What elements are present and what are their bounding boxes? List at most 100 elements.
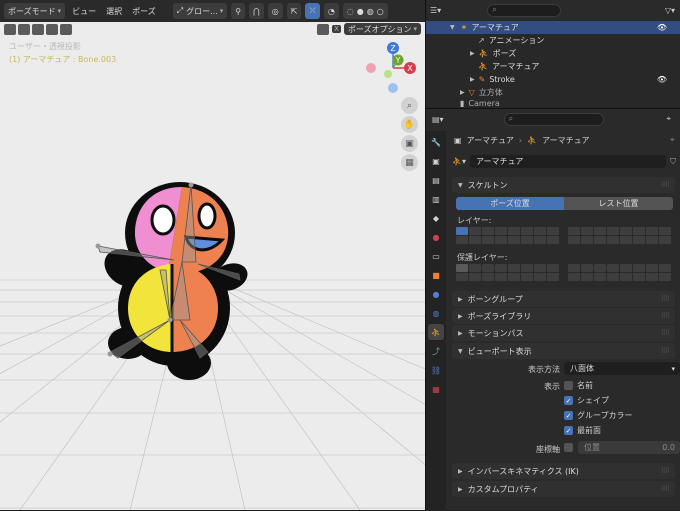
neg-y-handle[interactable]: [384, 70, 392, 78]
display-mode-icon[interactable]: ☰▾: [430, 6, 441, 15]
armature-data-tab-icon[interactable]: ⛹: [428, 324, 444, 340]
panel-ik-header[interactable]: ▶ インバースキネマティクス (IK) ⠿⠿: [452, 463, 675, 479]
overlay-button[interactable]: ◔: [323, 3, 339, 19]
protected-layers-grid-left[interactable]: [456, 264, 559, 281]
select-extend-icon[interactable]: [18, 23, 30, 35]
in-front-checkbox-row[interactable]: ✓ 最前面: [564, 425, 601, 436]
eye-icon[interactable]: 👁: [657, 75, 667, 84]
neg-x-handle[interactable]: [366, 63, 376, 73]
character-drawing[interactable]: [90, 180, 250, 385]
axes-position-field[interactable]: 位置 0.0: [578, 441, 680, 454]
view-layer-tab-icon[interactable]: ▥: [428, 191, 444, 207]
fake-user-icon[interactable]: ⛉: [670, 157, 676, 167]
perspective-toggle-icon[interactable]: ▦: [401, 154, 418, 171]
select-invert-icon[interactable]: [46, 23, 58, 35]
select-subtract-icon[interactable]: [32, 23, 44, 35]
modifier-tab-icon[interactable]: ●: [428, 286, 444, 302]
outliner-search-input[interactable]: ⌕: [487, 3, 562, 17]
outliner-row-camera[interactable]: ▮ Camera: [426, 98, 680, 108]
drag-grip-icon[interactable]: ⠿⠿: [661, 467, 670, 475]
drag-grip-icon[interactable]: ⠿⠿: [661, 181, 670, 189]
eye-icon[interactable]: 👁: [657, 23, 667, 32]
camera-view-icon[interactable]: ▣: [401, 135, 418, 152]
pivot-button[interactable]: ⚲: [231, 3, 246, 19]
mirror-x-icon[interactable]: [317, 23, 330, 35]
panel-bone-groups-header[interactable]: ▶ ボーングループ ⠿⠿: [452, 291, 675, 307]
neg-z-handle[interactable]: [388, 83, 398, 93]
pose-position-button[interactable]: ポーズ位置: [456, 197, 564, 210]
hand-pan-icon[interactable]: ✋: [401, 116, 418, 133]
mirror-x-label[interactable]: X: [332, 25, 341, 33]
in-front-checkbox[interactable]: ✓: [564, 426, 573, 435]
mode-dropdown[interactable]: ポーズモード ▾: [4, 3, 66, 19]
physics-tab-icon[interactable]: ◍: [428, 305, 444, 321]
editor-type-icon[interactable]: ▤▾: [432, 115, 444, 124]
menu-view[interactable]: ビュー: [69, 6, 99, 17]
shading-buttons[interactable]: ◌ ● ◍ ○: [342, 3, 388, 19]
expand-arrow-icon[interactable]: ▼: [450, 24, 455, 31]
drag-grip-icon[interactable]: ⠿⠿: [661, 295, 670, 303]
panel-viewport-display-header[interactable]: ▼ ビューポート表示 ⠿⠿: [452, 343, 675, 359]
outliner-row-animation[interactable]: ↗ アニメーション: [426, 34, 680, 47]
names-checkbox-row[interactable]: 名前: [564, 380, 593, 391]
viewport-header: ポーズモード ▾ ビュー 選択 ポーズ ⤢ グロー... ▾ ⚲ ⋂ ◎ ⇱ ⤬ ◔ …: [0, 0, 425, 22]
pin-icon[interactable]: ⌖: [670, 135, 675, 145]
3d-viewport[interactable]: ポーズモード ▾ ビュー 選択 ポーズ ⤢ グロー... ▾ ⚲ ⋂ ◎ ⇱ ⤬ ◔ …: [0, 0, 425, 510]
shapes-checkbox-row[interactable]: ✓ シェイプ: [564, 395, 609, 406]
display-as-dropdown[interactable]: 八面体 ▾: [564, 362, 680, 375]
datablock-selector[interactable]: ⛹▾ アーマチュア ⛉: [452, 155, 676, 168]
bone-tab-icon[interactable]: ⤴: [428, 343, 444, 359]
panel-custom-properties-header[interactable]: ▶ カスタムプロパティ ⠿⠿: [452, 481, 675, 497]
bone-constraint-tab-icon[interactable]: ⛓: [428, 362, 444, 378]
expand-arrow-icon: ▼: [458, 181, 463, 189]
collection-tab-icon[interactable]: ▭: [428, 248, 444, 264]
axes-checkbox[interactable]: [564, 443, 573, 452]
navigation-gizmo[interactable]: Z X Y: [358, 40, 418, 100]
outliner-row-pose[interactable]: ▶ ⛹ ポーズ: [426, 47, 680, 60]
object-tab-icon[interactable]: ■: [428, 267, 444, 283]
properties-search-input[interactable]: ⌕: [503, 112, 604, 126]
panel-skeleton-header[interactable]: ▼ スケルトン ⠿⠿: [452, 177, 675, 193]
world-tab-icon[interactable]: ●: [428, 229, 444, 245]
expand-arrow-icon[interactable]: ▶: [470, 50, 475, 57]
render-tab-icon[interactable]: ▣: [428, 153, 444, 169]
drag-grip-icon[interactable]: ⠿⠿: [661, 312, 670, 320]
outliner-row-stroke[interactable]: ▶ ✎ Stroke 👁: [426, 73, 680, 86]
snap-button[interactable]: ⋂: [249, 3, 264, 19]
proportional-button[interactable]: ◎: [267, 3, 283, 19]
menu-select[interactable]: 選択: [103, 6, 125, 17]
drag-grip-icon[interactable]: ⠿⠿: [661, 485, 670, 493]
layers-grid-right[interactable]: [568, 227, 671, 244]
panel-pose-library-header[interactable]: ▶ ポーズライブラリ ⠿⠿: [452, 308, 675, 324]
armature-browse-icon[interactable]: ⛹▾: [452, 157, 466, 166]
group-colors-checkbox[interactable]: ✓: [564, 411, 573, 420]
menu-pose[interactable]: ポーズ: [129, 6, 159, 17]
bone-mirror-button[interactable]: ⤬: [305, 3, 320, 19]
shapes-checkbox[interactable]: ✓: [564, 396, 573, 405]
drag-grip-icon[interactable]: ⠿⠿: [661, 347, 670, 355]
pose-options-dropdown[interactable]: ポーズオプション ▾: [343, 23, 421, 35]
gizmo-toggle-button[interactable]: ⇱: [286, 3, 302, 19]
rest-position-button[interactable]: レスト位置: [564, 197, 673, 210]
select-intersect-icon[interactable]: [60, 23, 72, 35]
scene-tab-icon[interactable]: ◆: [428, 210, 444, 226]
panel-motion-paths-header[interactable]: ▶ モーションパス ⠿⠿: [452, 325, 675, 341]
zoom-icon[interactable]: ⌕: [401, 97, 418, 114]
texture-tab-icon[interactable]: ▦: [428, 381, 444, 397]
output-tab-icon[interactable]: ▤: [428, 172, 444, 188]
drag-grip-icon[interactable]: ⠿⠿: [661, 329, 670, 337]
tool-tab-icon[interactable]: 🔧: [428, 134, 444, 150]
pin-icon[interactable]: ⌖: [666, 114, 671, 124]
outliner-row-armature-data[interactable]: ⛹ アーマチュア: [426, 60, 680, 73]
names-checkbox[interactable]: [564, 381, 573, 390]
layers-grid-left[interactable]: [456, 227, 559, 244]
expand-arrow-icon[interactable]: ▶: [460, 89, 465, 96]
outliner-row-armature[interactable]: ▼ ✶ アーマチュア 👁: [426, 21, 680, 34]
group-colors-checkbox-row[interactable]: ✓ グループカラー: [564, 410, 633, 421]
filter-icon[interactable]: ▽▾: [665, 6, 675, 15]
transform-orientation-dropdown[interactable]: ⤢ グロー... ▾: [172, 3, 228, 19]
expand-arrow-icon[interactable]: ▶: [470, 76, 475, 83]
select-mode-icon[interactable]: [4, 23, 16, 35]
datablock-name-field[interactable]: アーマチュア: [469, 155, 666, 168]
protected-layers-grid-right[interactable]: [568, 264, 671, 281]
